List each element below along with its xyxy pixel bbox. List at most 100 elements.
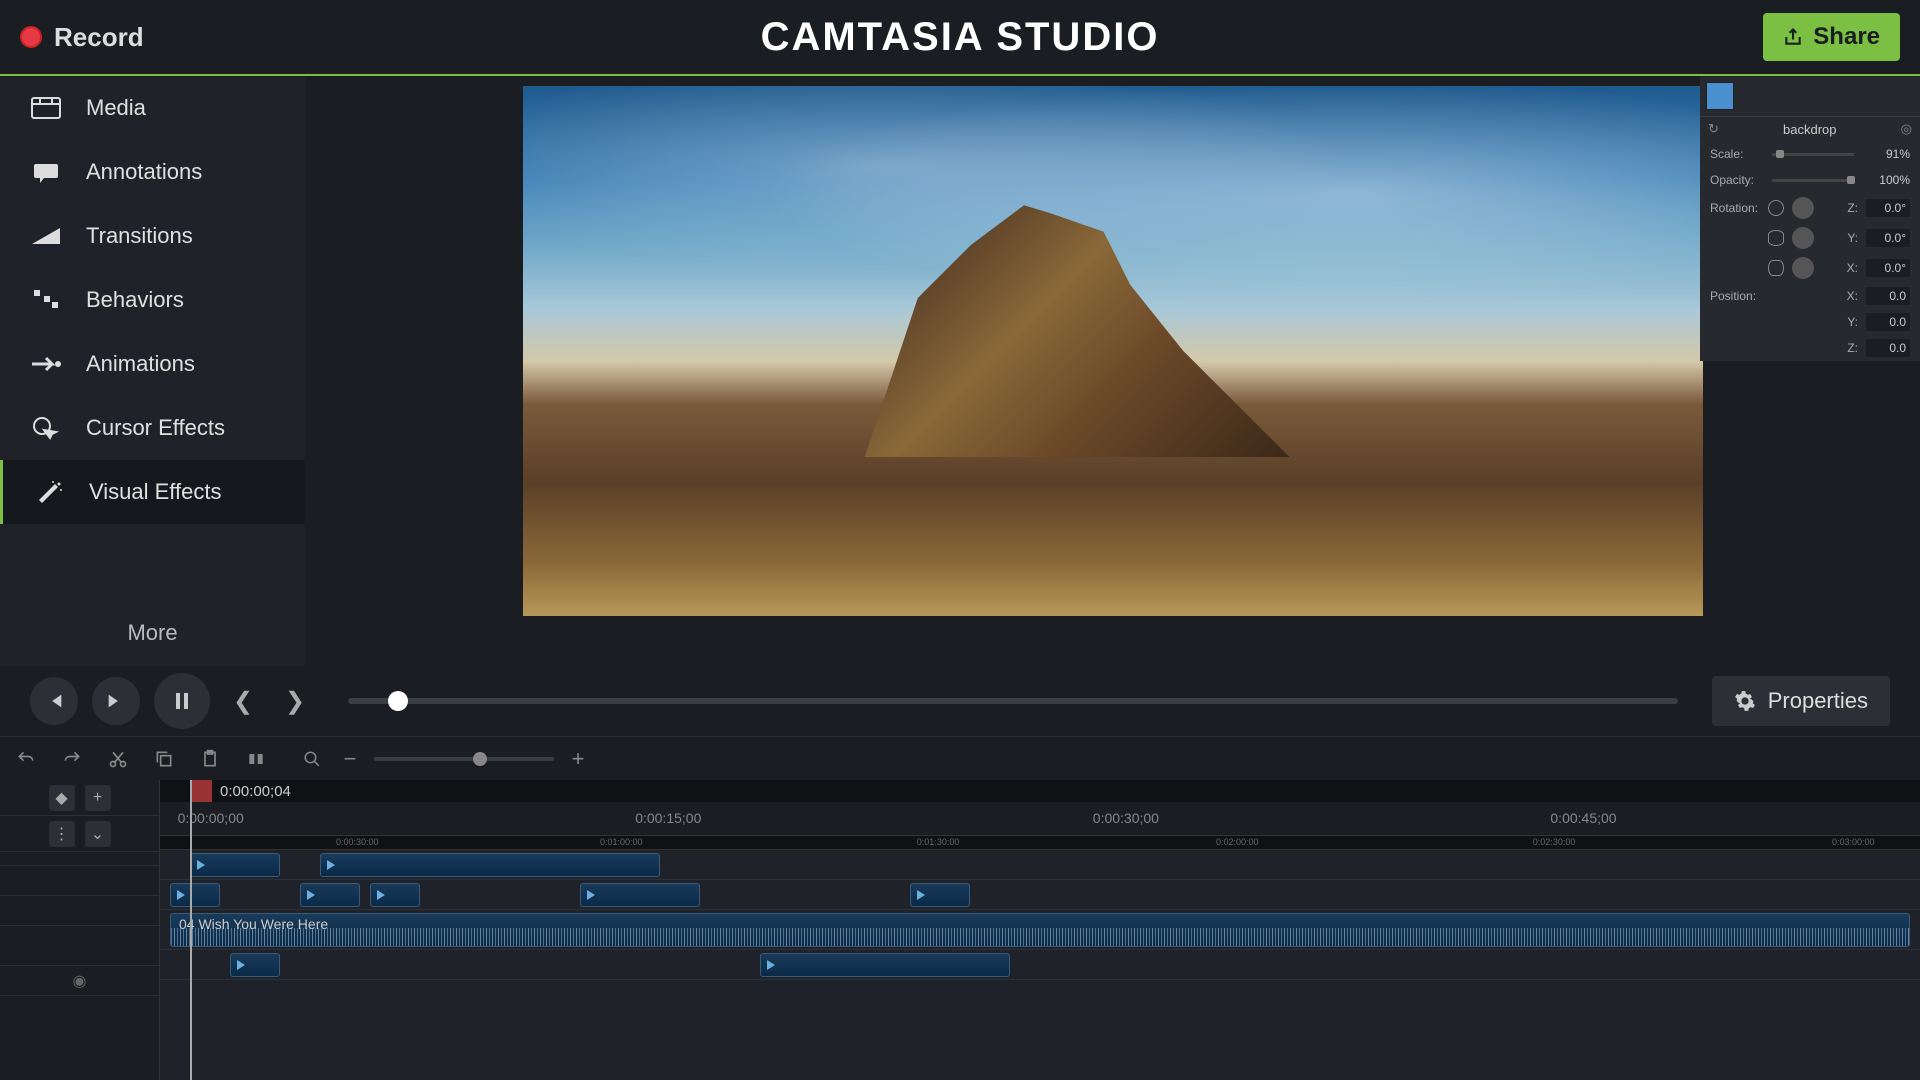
clip[interactable] — [300, 883, 360, 907]
split-button[interactable] — [242, 745, 270, 773]
zoom-out-button[interactable]: − — [336, 745, 364, 773]
refresh-icon[interactable]: ↻ — [1708, 121, 1719, 137]
scale-value[interactable]: 91% — [1866, 147, 1910, 161]
clip[interactable] — [190, 853, 280, 877]
sidebar-label: Behaviors — [86, 287, 184, 313]
timeline-ruler[interactable]: 0:00:00;000:00:15;000:00:30;000:00:45;00 — [160, 802, 1920, 836]
clip[interactable] — [230, 953, 280, 977]
timeline-track-1[interactable] — [160, 850, 1920, 880]
sidebar-item-media[interactable]: Media — [0, 76, 305, 140]
share-button[interactable]: Share — [1763, 13, 1900, 61]
sidebar-item-animations[interactable]: Animations — [0, 332, 305, 396]
media-icon — [30, 94, 62, 122]
rotation-y-value[interactable]: 0.0° — [1866, 229, 1910, 247]
track-options-button[interactable]: ⋮ — [49, 821, 75, 847]
audio-clip-label: 04 Wish You Were Here — [179, 916, 328, 932]
zoom-slider[interactable] — [374, 757, 554, 761]
rotation-label: Rotation: — [1710, 201, 1760, 215]
ruler-mark: 0:00:45;00 — [1550, 810, 1616, 826]
clip[interactable] — [370, 883, 420, 907]
record-button[interactable]: Record — [20, 22, 144, 53]
sidebar-item-behaviors[interactable]: Behaviors — [0, 268, 305, 332]
clip[interactable] — [910, 883, 970, 907]
wand-icon — [33, 478, 65, 506]
app-header: Record CAMTASIA STUDIO Share — [0, 0, 1920, 76]
preview-canvas[interactable] — [523, 86, 1703, 616]
paste-button[interactable] — [196, 745, 224, 773]
main-area: Media Annotations Transitions Behaviors … — [0, 76, 1920, 666]
clip-play-icon — [587, 890, 595, 900]
position-z-value[interactable]: 0.0 — [1866, 339, 1910, 357]
clip[interactable] — [320, 853, 660, 877]
ruler-mark: 0:00:15;00 — [635, 810, 701, 826]
sidebar-label: Animations — [86, 351, 195, 377]
gear-icon — [1734, 690, 1756, 712]
playback-slider[interactable] — [348, 698, 1678, 704]
sidebar-label: Visual Effects — [89, 479, 221, 505]
rotation-y-axis: Y: — [1847, 231, 1858, 245]
playhead-marker[interactable] — [190, 780, 212, 802]
rotation-z-value[interactable]: 0.0° — [1866, 199, 1910, 217]
rotation-x-knob[interactable] — [1792, 257, 1814, 279]
timeline-track-3[interactable] — [160, 950, 1920, 980]
rotation-x-value[interactable]: 0.0° — [1866, 259, 1910, 277]
share-icon — [1783, 27, 1803, 47]
timeline-track-2[interactable] — [160, 880, 1920, 910]
opacity-slider[interactable] — [1772, 179, 1854, 182]
add-track-button[interactable]: + — [85, 785, 111, 811]
cut-button[interactable] — [104, 745, 132, 773]
minor-ruler-mark: 0:00:30:00 — [336, 837, 379, 847]
pause-button[interactable] — [154, 673, 210, 729]
sidebar-more-button[interactable]: More — [0, 600, 305, 666]
scale-slider[interactable] — [1772, 153, 1854, 156]
clip-play-icon — [237, 960, 245, 970]
rotation-y-icon[interactable] — [1768, 230, 1784, 246]
clip[interactable] — [760, 953, 1010, 977]
audio-clip[interactable]: 04 Wish You Were Here — [170, 913, 1910, 947]
prev-button[interactable]: ❮ — [224, 682, 262, 720]
redo-button[interactable] — [58, 745, 86, 773]
rotation-z-icon[interactable] — [1768, 200, 1784, 216]
timeline: ◆ + ⋮ ⌄ ◉ 0:00:00;04 0:00:00;000:00:15;0… — [0, 780, 1920, 1080]
clip[interactable] — [580, 883, 700, 907]
next-button[interactable]: ❯ — [276, 682, 314, 720]
timecode-display: 0:00:00;04 — [220, 783, 291, 800]
opacity-value[interactable]: 100% — [1866, 173, 1910, 187]
clip-play-icon — [327, 860, 335, 870]
clip[interactable] — [170, 883, 220, 907]
properties-thumbnail[interactable] — [1706, 82, 1734, 110]
zoom-in-button[interactable]: + — [564, 745, 592, 773]
position-y-value[interactable]: 0.0 — [1866, 313, 1910, 331]
rotation-y-knob[interactable] — [1792, 227, 1814, 249]
collapse-button[interactable]: ⌄ — [85, 821, 111, 847]
position-x-value[interactable]: 0.0 — [1866, 287, 1910, 305]
timeline-audio-track[interactable]: 04 Wish You Were Here — [160, 910, 1920, 950]
undo-button[interactable] — [12, 745, 40, 773]
sidebar-item-transitions[interactable]: Transitions — [0, 204, 305, 268]
playhead[interactable] — [190, 780, 192, 1080]
properties-toggle-button[interactable]: Properties — [1712, 676, 1890, 726]
next-frame-button[interactable] — [92, 677, 140, 725]
canvas-area: ↻ backdrop ◎ Scale: 91% Opacity: 100% Ro… — [305, 76, 1920, 666]
timeline-toolbar: − + — [0, 736, 1920, 780]
copy-button[interactable] — [150, 745, 178, 773]
rotation-x-icon[interactable] — [1768, 260, 1784, 276]
playback-slider-knob[interactable] — [388, 691, 408, 711]
position-z-axis: Z: — [1847, 341, 1858, 355]
clip-play-icon — [767, 960, 775, 970]
timeline-minor-ruler: 0:00:30:000:01:00:000:01:30:000:02:00:00… — [160, 836, 1920, 850]
zoom-slider-knob[interactable] — [473, 752, 487, 766]
rotation-z-knob[interactable] — [1792, 197, 1814, 219]
sidebar-item-cursor-effects[interactable]: Cursor Effects — [0, 396, 305, 460]
marker-button[interactable]: ◆ — [49, 785, 75, 811]
target-icon[interactable]: ◎ — [1901, 121, 1912, 137]
opacity-label: Opacity: — [1710, 173, 1760, 187]
track-visibility-icon[interactable]: ◉ — [73, 971, 87, 991]
clip-play-icon — [307, 890, 315, 900]
waveform — [171, 928, 1909, 946]
sidebar-item-annotations[interactable]: Annotations — [0, 140, 305, 204]
sidebar-item-visual-effects[interactable]: Visual Effects — [0, 460, 305, 524]
playback-controls: ❮ ❯ Properties — [0, 666, 1920, 736]
sidebar-label: Cursor Effects — [86, 415, 225, 441]
prev-frame-button[interactable] — [30, 677, 78, 725]
